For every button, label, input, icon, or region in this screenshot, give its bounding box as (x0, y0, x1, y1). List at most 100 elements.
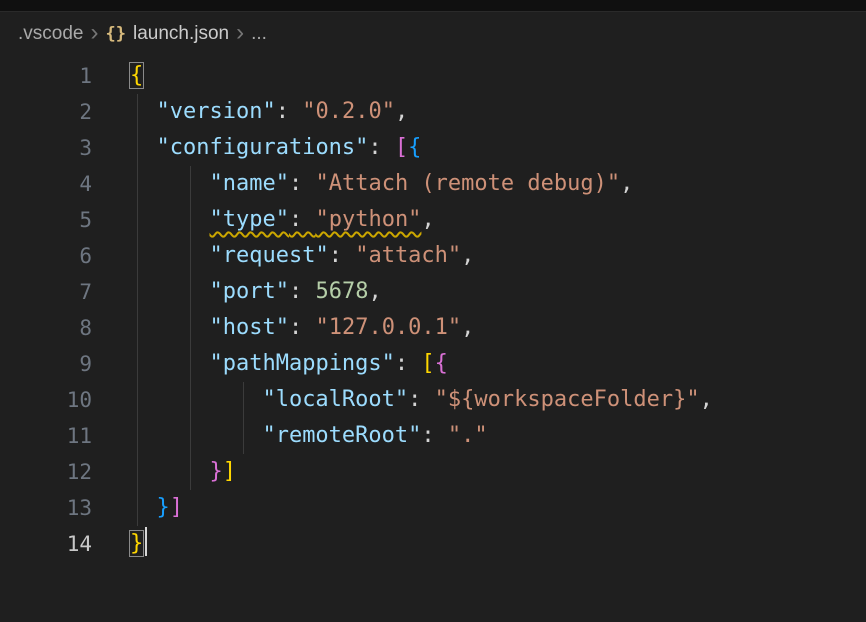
code-token: } (157, 495, 170, 520)
code-token (130, 423, 262, 448)
code-token: : (276, 99, 303, 124)
code-token: , (395, 99, 408, 124)
code-token: : (289, 315, 316, 340)
text-cursor (145, 527, 147, 556)
code-token: "remoteRoot" (262, 423, 421, 448)
code-token: "python" (315, 207, 421, 232)
chevron-right-icon: › (229, 21, 251, 48)
code-token: "version" (157, 99, 276, 124)
line-number[interactable]: 4 (0, 166, 92, 202)
code-line[interactable]: 1{ (0, 58, 866, 94)
code-line[interactable]: 4 "name": "Attach (remote debug)", (0, 166, 866, 202)
code-token (130, 351, 209, 376)
code-line[interactable]: 8 "host": "127.0.0.1", (0, 310, 866, 346)
code-token: { (408, 135, 421, 160)
code-token: : (408, 387, 435, 412)
code-token: "configurations" (157, 135, 369, 160)
code-line[interactable]: 6 "request": "attach", (0, 238, 866, 274)
code-token (130, 387, 262, 412)
code-text: }] (130, 454, 236, 490)
code-token: "pathMappings" (209, 351, 394, 376)
editor-tab-strip (0, 0, 866, 12)
line-number[interactable]: 8 (0, 310, 92, 346)
code-token: : (289, 207, 316, 232)
code-editor[interactable]: 1{2 "version": "0.2.0",3 "configurations… (0, 56, 866, 562)
bracket-match: { (130, 63, 143, 88)
line-number[interactable]: 13 (0, 490, 92, 526)
json-file-icon: {} (105, 24, 125, 44)
code-token: : (289, 279, 316, 304)
code-token (130, 279, 209, 304)
line-number[interactable]: 1 (0, 58, 92, 94)
code-text: "host": "127.0.0.1", (130, 310, 474, 346)
code-token: : (329, 243, 356, 268)
line-number[interactable]: 6 (0, 238, 92, 274)
line-number[interactable]: 2 (0, 94, 92, 130)
code-line[interactable]: 12 }] (0, 454, 866, 490)
breadcrumb: .vscode › {} launch.json › ... (0, 12, 866, 56)
code-token (130, 135, 157, 160)
code-line[interactable]: 5 "type": "python", (0, 202, 866, 238)
code-line[interactable]: 9 "pathMappings": [{ (0, 346, 866, 382)
breadcrumb-folder[interactable]: .vscode (18, 23, 83, 45)
code-token: [ (395, 135, 408, 160)
chevron-right-icon: › (83, 21, 105, 48)
code-lines[interactable]: 1{2 "version": "0.2.0",3 "configurations… (0, 56, 866, 562)
line-number[interactable]: 10 (0, 382, 92, 418)
code-token (130, 459, 209, 484)
code-text: "version": "0.2.0", (130, 94, 408, 130)
line-number[interactable]: 12 (0, 454, 92, 490)
line-number[interactable]: 14 (0, 526, 92, 562)
line-number[interactable]: 3 (0, 130, 92, 166)
code-token: , (700, 387, 713, 412)
code-token: "host" (209, 315, 288, 340)
code-token (130, 243, 209, 268)
code-token: [ (421, 351, 434, 376)
vscode-window: .vscode › {} launch.json › ... 1{2 "vers… (0, 0, 866, 622)
code-token: , (461, 315, 474, 340)
breadcrumb-symbol[interactable]: ... (251, 23, 267, 45)
code-token: "127.0.0.1" (315, 315, 461, 340)
warning-squiggle: "type": "python" (209, 207, 421, 232)
code-text: "port": 5678, (130, 274, 382, 310)
line-number[interactable]: 5 (0, 202, 92, 238)
code-token: "attach" (355, 243, 461, 268)
line-number[interactable]: 7 (0, 274, 92, 310)
breadcrumb-file[interactable]: launch.json (133, 23, 229, 45)
code-line[interactable]: 11 "remoteRoot": "." (0, 418, 866, 454)
code-token: ] (170, 495, 183, 520)
code-text: "localRoot": "${workspaceFolder}", (130, 382, 713, 418)
code-line[interactable]: 3 "configurations": [{ (0, 130, 866, 166)
code-token: : (421, 423, 448, 448)
code-token: : (395, 351, 422, 376)
line-number[interactable]: 9 (0, 346, 92, 382)
code-token (130, 207, 209, 232)
code-token: : (368, 135, 395, 160)
code-text: }] (130, 490, 183, 526)
code-text: "request": "attach", (130, 238, 474, 274)
code-line[interactable]: 2 "version": "0.2.0", (0, 94, 866, 130)
code-token: } (209, 459, 222, 484)
code-token: , (421, 207, 434, 232)
code-line[interactable]: 13 }] (0, 490, 866, 526)
code-token: "Attach (remote debug)" (315, 171, 620, 196)
code-token: "name" (209, 171, 288, 196)
code-token: ] (223, 459, 236, 484)
code-token: 5678 (315, 279, 368, 304)
line-number[interactable]: 11 (0, 418, 92, 454)
code-text: "type": "python", (130, 202, 435, 238)
code-token: : (289, 171, 316, 196)
code-token: { (435, 351, 448, 376)
code-line[interactable]: 14} (0, 526, 866, 562)
bracket-match: } (130, 531, 143, 556)
code-token: "0.2.0" (302, 99, 395, 124)
code-line[interactable]: 10 "localRoot": "${workspaceFolder}", (0, 382, 866, 418)
code-text: "configurations": [{ (130, 130, 421, 166)
code-text: { (130, 58, 143, 94)
code-token: "${workspaceFolder}" (435, 387, 700, 412)
code-token: "." (448, 423, 488, 448)
code-line[interactable]: 7 "port": 5678, (0, 274, 866, 310)
code-token: "port" (209, 279, 288, 304)
code-token: "type" (209, 207, 288, 232)
code-token (130, 99, 157, 124)
